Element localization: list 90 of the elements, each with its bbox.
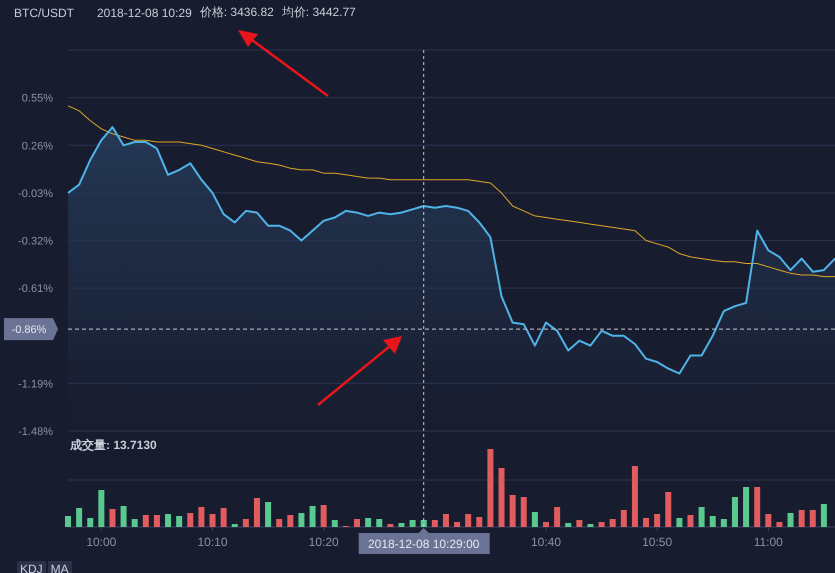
axis-label: -1.48% — [18, 426, 53, 438]
volume-bar — [820, 504, 827, 527]
volume-bar — [87, 518, 94, 527]
volume-bar — [454, 522, 460, 527]
volume-bar — [754, 487, 760, 527]
volume-bar — [354, 519, 360, 527]
volume-bar — [510, 495, 516, 527]
volume-bar — [676, 518, 682, 527]
volume-bar — [532, 512, 538, 527]
volume-bar — [254, 498, 260, 527]
volume-bar — [610, 519, 616, 527]
volume-bar — [432, 520, 438, 527]
volume-bar — [176, 516, 182, 527]
volume-bar — [376, 519, 382, 527]
volume-bar — [187, 513, 194, 527]
volume-bar — [598, 522, 605, 527]
volume-bar — [198, 507, 204, 527]
volume-bar — [632, 466, 638, 527]
volume-bar — [142, 515, 149, 527]
axis-label: -1.19% — [18, 378, 53, 390]
volume-bar — [688, 515, 694, 527]
time-label: 11:00 — [754, 535, 783, 549]
axis-label: -0.61% — [18, 283, 53, 296]
volume-bar — [220, 508, 227, 527]
volume-bar — [465, 514, 472, 527]
time-label: 10:40 — [530, 535, 561, 549]
volume-bar — [165, 514, 172, 527]
axis-label: 0.55% — [22, 92, 53, 105]
volume-bar — [365, 518, 372, 527]
time-label: 10:10 — [198, 535, 228, 549]
volume-bar — [120, 506, 127, 527]
axis-label: -0.32% — [18, 236, 53, 248]
volume-bar — [287, 515, 294, 527]
volume-bar — [398, 523, 404, 527]
volume-bar — [710, 516, 716, 527]
volume-bar — [276, 519, 282, 527]
axis-label: 0.26% — [22, 140, 53, 152]
volume-bar — [420, 520, 427, 527]
time-label: 10:50 — [642, 535, 672, 549]
volume-label: 成交量: 13.7130 — [70, 438, 157, 452]
volume-bar — [810, 510, 816, 527]
volume-bar — [332, 520, 338, 527]
crosshair-time: 2018-12-08 10:29:00 — [368, 537, 480, 551]
volume-bar — [542, 522, 549, 527]
time-label: 10:20 — [308, 535, 339, 549]
axis-label: -0.03% — [18, 188, 53, 200]
volume-bar — [743, 487, 750, 527]
volume-bar — [109, 509, 116, 527]
price-label: 价格: 3436.82 — [200, 4, 274, 21]
volume-bar — [154, 515, 160, 527]
indicator-tab[interactable]: KDJ — [17, 561, 46, 573]
volume-bar — [732, 497, 738, 527]
volume-bar — [554, 507, 560, 527]
volume-bar — [442, 514, 449, 527]
volume-bar — [476, 517, 482, 527]
volume-bar — [65, 516, 71, 527]
volume-bar — [643, 518, 650, 527]
volume-bar — [576, 520, 582, 527]
volume-bar — [76, 508, 82, 527]
volume-bar — [720, 519, 727, 527]
volume-bar — [265, 502, 272, 527]
volume-bar — [410, 520, 416, 527]
value-tooltip-background — [4, 318, 58, 340]
volume-bar — [776, 522, 782, 527]
indicator-tab[interactable]: MA — [48, 561, 72, 573]
volume-bar — [788, 513, 794, 527]
volume-bar — [520, 497, 527, 527]
time-label: 10:00 — [86, 535, 116, 549]
crosshair-value: -0.86% — [12, 324, 46, 336]
volume-bar — [565, 523, 572, 527]
volume-bar — [232, 524, 238, 527]
time-label: 2018-12-08 10:29 — [97, 6, 192, 20]
volume-bar — [387, 524, 394, 527]
volume-bar — [498, 468, 505, 527]
average-price-label: 均价: 3442.77 — [282, 4, 356, 21]
volume-bar — [665, 492, 672, 527]
volume-bar — [765, 514, 772, 527]
volume-bar — [132, 519, 138, 527]
volume-bar — [654, 514, 660, 527]
volume-bar — [587, 524, 594, 527]
volume-bar — [798, 510, 805, 527]
volume-bar — [298, 513, 304, 527]
volume-bar — [242, 519, 249, 527]
volume-bar — [620, 510, 627, 527]
volume-bar — [698, 507, 705, 527]
volume-bar — [320, 505, 327, 527]
volume-bar — [210, 514, 216, 527]
symbol-label: BTC/USDT — [14, 6, 75, 20]
volume-bar — [98, 490, 104, 527]
volume-bar — [310, 506, 316, 527]
